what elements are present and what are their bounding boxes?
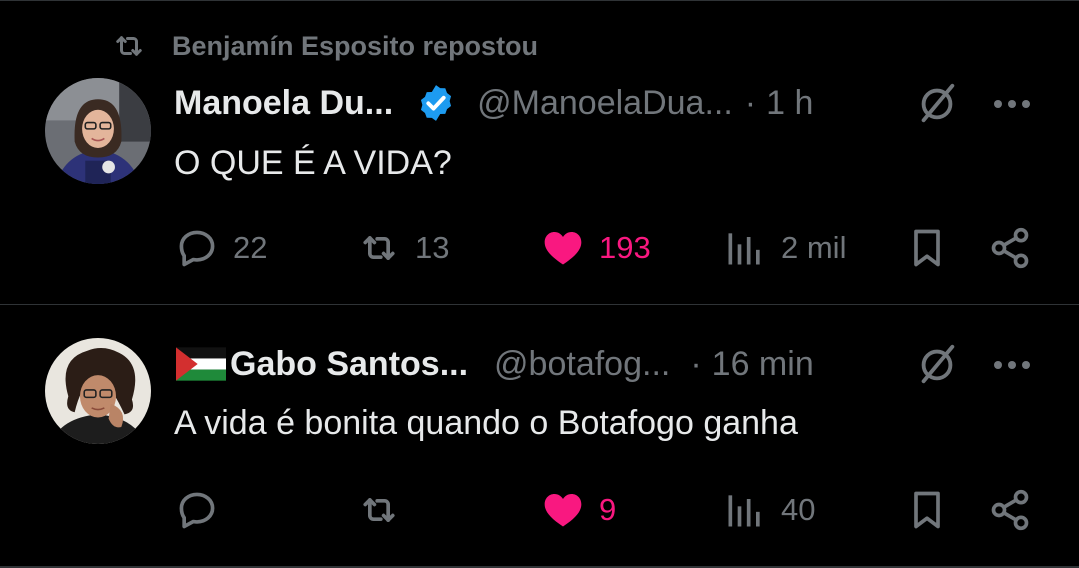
share-button[interactable] <box>988 224 1032 272</box>
verified-badge-icon[interactable] <box>415 82 457 124</box>
timestamp[interactable]: 16 min <box>712 345 814 384</box>
like-count: 9 <box>599 492 617 527</box>
more-icon[interactable] <box>992 359 1032 371</box>
views-count: 2 mil <box>781 230 847 265</box>
views-count: 40 <box>781 492 816 527</box>
post-header: Manoela Du... @ManoelaDua... · 1 h <box>174 79 813 127</box>
handle[interactable]: @ManoelaDua... <box>477 84 733 123</box>
avatar[interactable] <box>45 78 151 184</box>
avatar[interactable] <box>45 338 151 444</box>
post-divider <box>0 304 1079 305</box>
display-name[interactable]: Manoela Du... <box>174 84 393 123</box>
more-icon[interactable] <box>992 98 1032 110</box>
reply-count: 22 <box>233 230 268 265</box>
bookmark-button[interactable] <box>905 486 949 534</box>
repost-icon <box>363 498 395 522</box>
heart-icon <box>544 494 582 527</box>
heart-icon <box>544 232 582 265</box>
separator-dot: · <box>690 344 702 383</box>
share-button[interactable] <box>988 486 1032 534</box>
repost-button[interactable]: 13 <box>357 224 449 272</box>
repost-icon <box>363 236 395 260</box>
bookmark-icon <box>914 229 940 267</box>
post-text: O QUE É A VIDA? <box>174 144 452 182</box>
bookmark-icon <box>914 491 940 529</box>
repost-icon <box>116 36 142 56</box>
reply-button[interactable]: 22 <box>175 224 267 272</box>
palestine-flag-icon <box>176 347 226 381</box>
views-button[interactable]: 2 mil <box>723 224 846 272</box>
timestamp[interactable]: 1 h <box>766 84 813 123</box>
share-icon <box>991 489 1029 531</box>
grok-icon[interactable] <box>914 341 960 387</box>
repost-count: 13 <box>415 230 450 265</box>
reply-icon <box>179 230 215 267</box>
like-count: 193 <box>599 230 651 265</box>
repost-banner-text: Benjamín Esposito repostou <box>172 30 539 61</box>
repost-button[interactable] <box>357 486 415 534</box>
handle[interactable]: @botafog... <box>494 345 670 384</box>
top-border <box>0 0 1079 1</box>
reply-button[interactable] <box>175 486 233 534</box>
display-name[interactable]: Gabo Santos... <box>230 345 468 384</box>
like-button[interactable]: 193 <box>541 224 651 272</box>
post-header: Gabo Santos... @botafog... · 16 min <box>176 340 814 388</box>
views-button[interactable]: 40 <box>723 486 815 534</box>
views-icon <box>728 233 760 265</box>
views-icon <box>728 495 760 527</box>
repost-banner[interactable]: Benjamín Esposito repostou <box>108 26 538 66</box>
like-button[interactable]: 9 <box>541 486 616 534</box>
share-icon <box>991 227 1029 269</box>
separator-dot: · <box>744 83 757 122</box>
reply-icon <box>179 492 215 529</box>
grok-icon[interactable] <box>914 80 960 126</box>
bookmark-button[interactable] <box>905 224 949 272</box>
post-text: A vida é bonita quando o Botafogo ganha <box>174 404 798 442</box>
